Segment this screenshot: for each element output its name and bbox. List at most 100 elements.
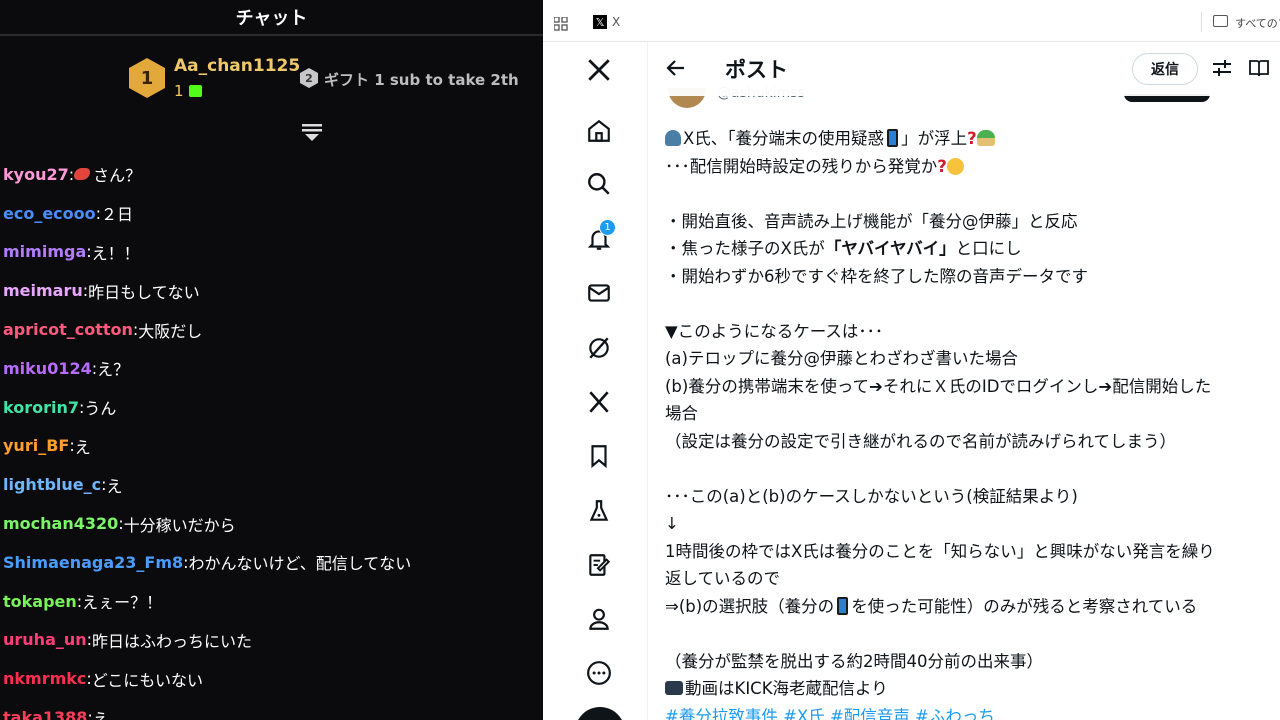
chat-username[interactable]: yuri_BF xyxy=(3,436,69,455)
chat-message-text: さん？ xyxy=(93,166,142,186)
chat-message-text: 大阪だし xyxy=(138,321,203,341)
chat-message-text: え？ xyxy=(97,360,130,380)
labs-flask-icon[interactable] xyxy=(585,497,613,525)
top-gifter-count: 1 xyxy=(174,82,202,100)
post-line: (a)テロップに養分@伊藤とわざわざ書いた場合 xyxy=(665,349,1018,368)
x-favicon-icon: 𝕏 xyxy=(593,15,607,29)
chat-username[interactable]: lightblue_c xyxy=(3,475,101,494)
chat-username[interactable]: uruha_un xyxy=(3,630,87,649)
chat-message: tokapen: えぇー？！ xyxy=(0,582,543,621)
home-icon[interactable] xyxy=(585,117,613,145)
chat-message-text: え xyxy=(106,476,123,496)
chat-title: チャット xyxy=(0,0,543,36)
silver-rank-badge-icon: 2 xyxy=(300,68,318,88)
chat-username[interactable]: tokapen xyxy=(3,592,77,611)
mobile-phone-emoji-icon xyxy=(837,596,849,615)
chat-message: mimimga: え！！ xyxy=(0,233,543,272)
drafts-edit-icon[interactable] xyxy=(585,551,613,579)
search-icon[interactable] xyxy=(585,170,613,198)
compose-post-button[interactable] xyxy=(575,707,625,720)
post-line: 1時間後の枠ではX氏は養分のことを「知らない」と興味がない発言を繰り xyxy=(665,541,1215,561)
chat-message-text: えぇー？！ xyxy=(82,593,163,613)
toolbar-divider xyxy=(1201,12,1202,32)
chat-message-text: ２日 xyxy=(101,205,134,225)
bookmark-icon[interactable] xyxy=(585,442,613,470)
chat-username[interactable]: mochan4320 xyxy=(3,514,118,533)
gift-icon xyxy=(188,85,202,97)
post-line: ・焦った様子のX氏が「ヤバイヤバイ」と口にし xyxy=(665,239,1022,258)
x-logo-icon[interactable] xyxy=(585,56,613,84)
filter-sliders-icon[interactable] xyxy=(1211,57,1233,79)
chat-username[interactable]: kororin7 xyxy=(3,398,79,417)
chat-message: lightblue_c: え xyxy=(0,465,543,504)
post-line: 動画はKICK海老蔵配信より xyxy=(665,675,1277,703)
chat-username[interactable]: mimimga xyxy=(3,242,86,261)
notification-badge: 1 xyxy=(599,219,616,236)
chat-username[interactable]: nkmrmkc xyxy=(3,669,86,688)
post-line: （養分が監禁を脱出する約2時間40分前の出来事） xyxy=(665,651,1043,671)
question-mark-emoji-icon: ? xyxy=(937,156,947,176)
top-gifter-name[interactable]: Aa_chan1125 xyxy=(174,56,300,76)
chat-message: eco_ecooo: ２日 xyxy=(0,194,543,233)
chat-message-text: 昨日はふわっちにいた xyxy=(92,631,253,651)
chat-message-text: わかんないけど、配信してない xyxy=(188,554,412,574)
page-title: ポスト xyxy=(725,58,788,82)
post-header: ポスト 返信 xyxy=(648,42,1280,96)
chat-message-text: 昨日もしてない xyxy=(88,282,200,302)
chat-message-text: え！！ xyxy=(91,243,140,263)
post-line: ･･･配信開始時設定の残りから発覚か? xyxy=(665,153,1277,181)
chat-username[interactable]: Shimaenaga23_Fm8 xyxy=(3,553,183,572)
chat-username[interactable]: taka1388 xyxy=(3,708,87,720)
apps-grid-icon[interactable] xyxy=(553,16,568,31)
profile-person-icon[interactable] xyxy=(585,605,613,633)
chat-message-list: kyou27: さん？ eco_ecooo: ２日 mimimga: え！！ meim… xyxy=(0,155,543,720)
browser-window: 𝕏 X すべてのブ 1 xyxy=(543,0,1280,720)
island-emoji-icon xyxy=(976,130,995,146)
tab-label[interactable]: X xyxy=(612,15,620,29)
chat-message-text: どこにもいない xyxy=(91,670,203,690)
second-gifter-text: ギフト 1 sub to take 2th xyxy=(324,71,519,89)
gold-rank-badge-icon: 1 xyxy=(129,58,165,98)
video-emoji-icon xyxy=(665,681,683,695)
chat-username[interactable]: meimaru xyxy=(3,281,83,300)
chat-message: uruha_un: 昨日はふわっちにいた xyxy=(0,621,543,660)
chat-message: taka1388: え xyxy=(0,698,543,720)
reply-button[interactable]: 返信 xyxy=(1132,53,1198,85)
chat-message: kororin7: うん xyxy=(0,388,543,427)
messages-mail-icon[interactable] xyxy=(585,279,613,307)
chat-username[interactable]: eco_ecooo xyxy=(3,204,96,223)
all-bookmarks-label[interactable]: すべてのブ xyxy=(1235,15,1280,31)
question-mark-emoji-icon: ? xyxy=(967,129,977,148)
folder-icon[interactable] xyxy=(1213,15,1228,27)
reader-view-icon[interactable] xyxy=(1248,57,1270,79)
post-line: (b)養分の携帯端末を使って➔それにＸ氏のIDでログインし➔配信開始した xyxy=(665,376,1212,396)
premium-x-icon[interactable] xyxy=(585,388,613,416)
post-line: ・開始わずか6秒ですぐ枠を終了した際の音声データです xyxy=(665,266,1088,286)
chat-message: Shimaenaga23_Fm8: わかんないけど、配信してない xyxy=(0,543,543,582)
x-sidebar: 1 xyxy=(543,42,648,720)
post-line: ・開始直後、音声読み上げ機能が「養分@伊藤」と反応 xyxy=(665,211,1078,231)
browser-tab-bar: 𝕏 X すべてのブ xyxy=(543,0,1280,42)
chat-message: miku0124: え？ xyxy=(0,349,543,388)
back-arrow-icon[interactable] xyxy=(664,56,688,80)
mobile-phone-emoji-icon xyxy=(887,129,899,147)
chat-username[interactable]: apricot_cotton xyxy=(3,320,133,339)
chat-username[interactable]: kyou27 xyxy=(3,165,69,184)
collapse-gifters-icon[interactable] xyxy=(302,122,322,142)
chat-username[interactable]: miku0124 xyxy=(3,359,92,378)
shrimp-emote-icon xyxy=(74,168,91,181)
post-line: 場合 xyxy=(665,404,698,423)
more-options-icon[interactable] xyxy=(585,659,613,687)
chat-message: yuri_BF: え xyxy=(0,427,543,466)
chat-message: meimaru: 昨日もしてない xyxy=(0,271,543,310)
post-line: ▼このようになるケースは･･･ xyxy=(665,321,884,341)
chat-message: nkmrmkc: どこにもいない xyxy=(0,659,543,698)
post-text: X氏、「養分端末の使用疑惑 」が浮上? ･･･配信開始時設定の残りから発覚か? ・… xyxy=(665,125,1277,720)
thinking-face-emoji-icon xyxy=(946,157,964,175)
post-line: ↓ xyxy=(665,514,679,533)
chat-message-text: え xyxy=(92,709,109,720)
grok-icon[interactable] xyxy=(585,334,613,362)
x-post-detail: @ashukimss ポスト 返信 X氏、「養分端末の使用疑惑」が浮上? ･･･… xyxy=(648,42,1280,720)
post-line: 返しているので xyxy=(665,569,781,588)
post-hashtags[interactable]: #養分拉致事件 #X氏 #配信音声 #ふわっち xyxy=(665,703,1277,720)
